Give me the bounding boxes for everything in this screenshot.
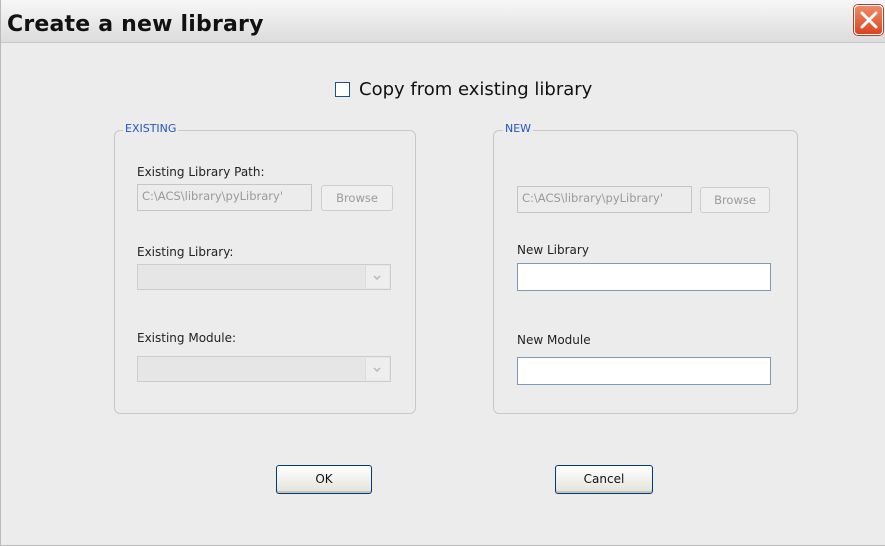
close-button[interactable]	[854, 5, 883, 35]
new-library-label: New Library	[517, 243, 589, 257]
existing-library-select[interactable]	[137, 264, 391, 290]
new-module-label: New Module	[517, 333, 591, 347]
new-module-input[interactable]	[517, 357, 771, 385]
existing-legend: EXISTING	[123, 122, 179, 135]
new-path-input[interactable]: C:\ACS\library\pyLibrary'	[517, 186, 692, 213]
copy-from-existing-label[interactable]: Copy from existing library	[359, 79, 592, 100]
existing-path-label: Existing Library Path:	[137, 165, 265, 179]
close-x-icon	[860, 11, 878, 29]
new-library-input[interactable]	[517, 263, 771, 291]
existing-library-label: Existing Library:	[137, 245, 234, 259]
ok-button[interactable]: OK	[276, 465, 372, 494]
dialog-window: Create a new library Copy from existing …	[0, 0, 885, 546]
dialog-title: Create a new library	[7, 12, 264, 37]
existing-library-dropdown-button[interactable]	[365, 266, 389, 288]
cancel-button[interactable]: Cancel	[555, 465, 653, 494]
copy-from-existing-checkbox[interactable]	[335, 82, 350, 97]
existing-module-select[interactable]	[137, 356, 391, 382]
existing-module-label: Existing Module:	[137, 331, 237, 345]
existing-path-input[interactable]: C:\ACS\library\pyLibrary'	[137, 184, 312, 211]
chevron-down-icon	[373, 367, 381, 373]
new-legend: NEW	[503, 122, 534, 135]
title-bar[interactable]: Create a new library	[1, 0, 885, 43]
new-browse-button[interactable]: Browse	[700, 187, 770, 213]
existing-module-dropdown-button[interactable]	[365, 358, 389, 380]
existing-browse-button[interactable]: Browse	[321, 185, 393, 211]
chevron-down-icon	[373, 275, 381, 281]
